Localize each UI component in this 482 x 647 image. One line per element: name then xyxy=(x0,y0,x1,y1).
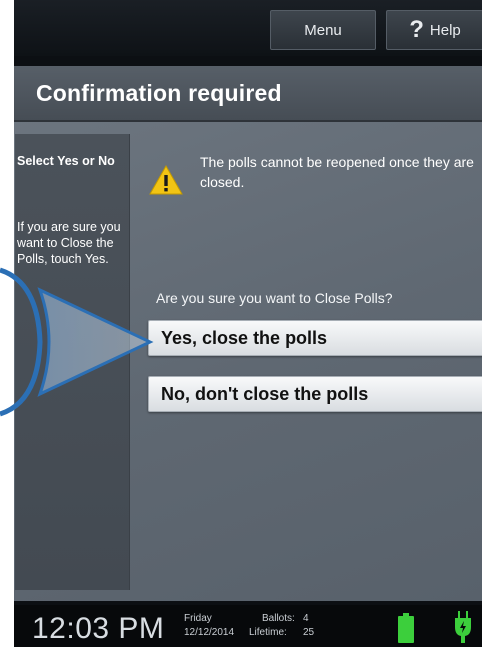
lifetime-label: Lifetime: xyxy=(249,627,287,638)
no-button-label: No, don't close the polls xyxy=(161,383,369,404)
status-bar: 12:03 PM Friday 12/12/2014 Ballots: 4 Li… xyxy=(14,605,482,647)
lifetime-count: 25 xyxy=(303,627,315,638)
menu-label: Menu xyxy=(304,21,342,39)
battery-full-icon xyxy=(398,613,414,643)
warning-message: The polls cannot be reopened once they a… xyxy=(200,154,474,190)
ballots-count: 4 xyxy=(303,613,309,624)
day-label: Friday xyxy=(184,613,212,624)
title-bar: Confirmation required xyxy=(14,66,482,122)
instruction-sidebar: Select Yes or No If you are sure you wan… xyxy=(15,134,130,590)
yes-close-polls-button[interactable]: Yes, close the polls xyxy=(148,320,482,356)
sidebar-instruction: If you are sure you want to Close the Po… xyxy=(17,220,121,266)
menu-button[interactable]: Menu xyxy=(270,10,376,50)
date-label: 12/12/2014 xyxy=(184,627,235,638)
yes-button-label: Yes, close the polls xyxy=(161,327,328,348)
top-bar: Menu ? Help xyxy=(14,0,482,56)
ballots-label: Ballots: xyxy=(262,613,295,624)
sidebar-heading: Select Yes or No xyxy=(17,154,115,168)
power-plug-icon xyxy=(455,611,471,643)
clock: 12:03 PM xyxy=(32,612,165,645)
confirm-question: Are you sure you want to Close Polls? xyxy=(156,290,393,306)
page-title: Confirmation required xyxy=(36,80,282,106)
main-panel: Confirmation required Select Yes or No I… xyxy=(14,66,482,601)
warning-triangle-icon xyxy=(149,164,183,195)
voting-device-screen: Menu ? Help Confirmation required Select… xyxy=(14,0,482,647)
help-button[interactable]: ? Help xyxy=(386,10,482,50)
no-dont-close-polls-button[interactable]: No, don't close the polls xyxy=(148,376,482,412)
help-label: Help xyxy=(429,21,461,39)
help-question-icon: ? xyxy=(409,16,424,43)
